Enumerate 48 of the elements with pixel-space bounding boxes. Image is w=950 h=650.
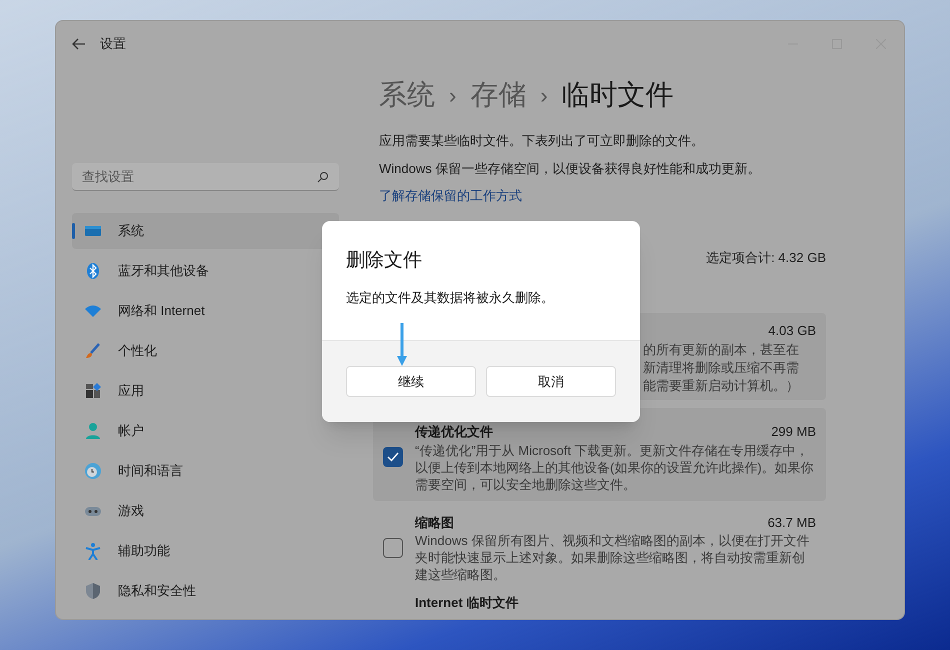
- checkbox[interactable]: [383, 538, 403, 558]
- description-text: “传递优化”用于从 Microsoft 下载更新。更新文件存储在专用缓存中，以便上传到本地网络上的其他设备(如果你的设置允许此操作)。如果你需要空间，可以安全地删除这些文件。: [415, 442, 815, 492]
- search-icon: [317, 170, 329, 182]
- nav-item[interactable]: 蓝牙和其他设备: [72, 253, 339, 289]
- dialog-title: 删除文件: [346, 249, 423, 273]
- intro-text: 应用需要某些临时文件。下表列出了可立即删除的文件。: [379, 132, 705, 150]
- breadcrumb-current: 临时文件: [562, 78, 674, 112]
- description-text: 的所有更新的副本，甚至在: [643, 340, 800, 358]
- nav-icon: [84, 582, 102, 600]
- nav-item[interactable]: 游戏: [72, 493, 339, 529]
- pointer-arrow: [396, 323, 408, 367]
- storage-reserve-link[interactable]: 了解存储保留的工作方式: [379, 186, 522, 206]
- nav-icon: [84, 542, 102, 560]
- search-placeholder: 查找设置: [82, 168, 135, 186]
- search-field[interactable]: 查找设置: [72, 163, 339, 191]
- nav-item[interactable]: 系统: [72, 213, 339, 249]
- nav-icon: [84, 422, 102, 440]
- nav-item[interactable]: 辅助功能: [72, 533, 339, 569]
- nav-item[interactable]: 时间和语言: [72, 453, 339, 489]
- continue-button[interactable]: 继续: [346, 366, 476, 397]
- file-size: 4.03 GB: [768, 322, 816, 340]
- back-icon[interactable]: [72, 38, 86, 50]
- checkmark-icon: [387, 452, 399, 462]
- intro-text: Windows 保留一些存储空间，以便设备获得良好性能和成功更新。: [379, 160, 762, 178]
- description-text: 新清理将删除或压缩不再需: [643, 358, 800, 376]
- nav-icon: [84, 262, 102, 280]
- checkbox[interactable]: [383, 447, 403, 468]
- description-text: 能需要重新启动计算机。）: [643, 376, 800, 394]
- file-size: 299 MB: [771, 423, 816, 441]
- dialog-message: 选定的文件及其数据将被永久删除。: [346, 288, 555, 306]
- nav-item[interactable]: 帐户: [72, 413, 339, 449]
- nav-item[interactable]: 隐私和安全性: [72, 573, 339, 609]
- file-size: 63.7 MB: [768, 514, 816, 532]
- category-title: 传递优化文件: [415, 423, 493, 441]
- window-title: 设置: [100, 35, 126, 54]
- nav-item[interactable]: 个性化: [72, 333, 339, 369]
- nav-icon: [84, 342, 102, 360]
- nav-item[interactable]: 应用: [72, 373, 339, 409]
- description-text: Windows 保留所有图片、视频和文档缩略图的副本，以便在打开文件夹时能快速显示上述对象。如果删除这些缩略图，将自动按需重新创建这些缩略图。: [415, 532, 810, 583]
- cancel-button[interactable]: 取消: [486, 366, 616, 397]
- category-title: Internet 临时文件: [415, 594, 518, 612]
- nav-icon: [84, 462, 102, 480]
- nav-icon: [84, 382, 102, 400]
- breadcrumb-separator: ›: [540, 82, 548, 110]
- category-title: 缩略图: [415, 514, 454, 532]
- nav-item[interactable]: 网络和 Internet: [72, 293, 339, 329]
- selected-total: 选定项合计: 4.32 GB: [706, 248, 826, 266]
- breadcrumb-separator: ›: [449, 82, 456, 110]
